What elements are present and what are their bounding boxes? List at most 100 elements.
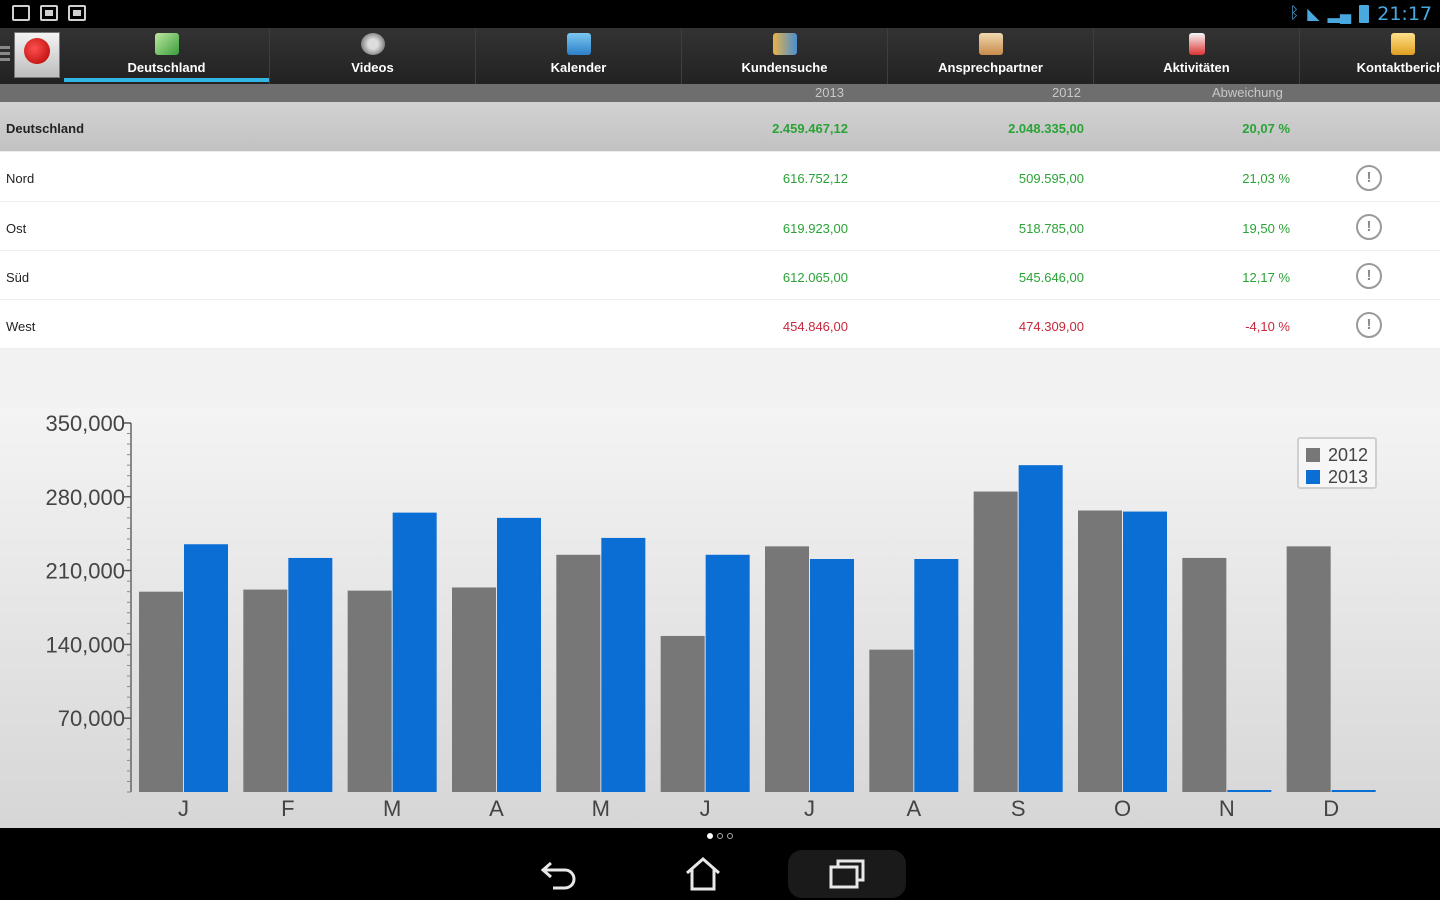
y-tick-label: 70,000 xyxy=(58,706,125,731)
bar-2013 xyxy=(810,559,854,792)
x-tick-label: J xyxy=(804,796,815,821)
table-row[interactable]: Nord 616.752,12 509.595,00 21,03 % ! xyxy=(0,152,1440,202)
table-row[interactable]: Süd 612.065,00 545.646,00 12,17 % ! xyxy=(0,251,1440,300)
value-diff: -4,10 % xyxy=(1245,319,1290,334)
chart-icon xyxy=(154,33,179,55)
tab-kalender[interactable]: Kalender xyxy=(476,28,682,84)
shopping-bag-icon xyxy=(68,5,86,21)
chart-legend: 2012 2013 xyxy=(1297,437,1377,489)
bar-2012 xyxy=(1182,557,1227,792)
video-reel-icon xyxy=(360,33,385,55)
back-button[interactable] xyxy=(500,850,618,898)
x-tick-label: D xyxy=(1323,796,1339,821)
chart-svg: 350,000 280,000 210,000 140,000 70,000 J F M A M J… xyxy=(45,411,1376,821)
signal-icon: ▂▄ xyxy=(1327,6,1352,23)
legend-label: 2013 xyxy=(1328,466,1369,487)
value-2013: 619.923,00 xyxy=(782,221,848,236)
tab-label: Ansprechpartner xyxy=(938,60,1043,75)
column-abweichung: Abweichung xyxy=(1212,85,1283,100)
value-2013: 612.065,00 xyxy=(782,270,848,285)
tab-aktivitaeten[interactable]: Aktivitäten xyxy=(1094,28,1300,84)
table-footer-space xyxy=(0,349,1440,407)
y-tick-label: 280,000 xyxy=(45,485,125,510)
tab-kundensuche[interactable]: Kundensuche xyxy=(682,28,888,84)
back-icon xyxy=(540,861,576,890)
row-name: West xyxy=(6,319,36,334)
bar-2013 xyxy=(1227,790,1272,792)
tab-bar: Deutschland Videos Kalender Kundensuche … xyxy=(0,28,1440,84)
info-icon[interactable]: ! xyxy=(1356,263,1382,289)
row-name: Deutschland xyxy=(6,121,85,136)
x-tick-label: M xyxy=(383,796,401,821)
bar-2013 xyxy=(1018,465,1063,792)
value-2012: 545.646,00 xyxy=(1018,270,1084,285)
clock: 21:17 xyxy=(1377,3,1432,25)
home-button[interactable] xyxy=(644,850,762,898)
x-tick-label: A xyxy=(489,796,504,821)
gallery-icon xyxy=(12,5,30,21)
bar-2012 xyxy=(765,546,809,792)
calendar-icon xyxy=(566,33,591,55)
system-nav-bar xyxy=(0,844,1440,900)
tab-label: Kalender xyxy=(550,60,607,75)
bar-2013 xyxy=(1331,790,1376,792)
legend-item-2012: 2012 xyxy=(1306,444,1375,466)
bar-2012 xyxy=(660,635,705,792)
tab-label: Kundensuche xyxy=(741,60,828,75)
page-dot[interactable] xyxy=(727,833,733,839)
value-2012: 474.309,00 xyxy=(1018,319,1084,334)
tab-kontaktbericht[interactable]: Kontaktbericht xyxy=(1300,28,1440,84)
legend-item-2013: 2013 xyxy=(1306,466,1375,488)
tab-label: Kontaktbericht xyxy=(1356,60,1440,75)
bar-2013 xyxy=(914,559,959,792)
tab-label: Deutschland xyxy=(127,60,206,75)
x-tick-label: S xyxy=(1011,796,1026,821)
menu-grip-icon[interactable] xyxy=(0,46,10,64)
table-row[interactable]: Ost 619.923,00 518.785,00 19,50 % ! xyxy=(0,202,1440,251)
tab-deutschland[interactable]: Deutschland xyxy=(64,28,270,84)
y-tick-label: 350,000 xyxy=(45,411,125,436)
tab-ansprechpartner[interactable]: Ansprechpartner xyxy=(888,28,1094,84)
report-icon xyxy=(1390,33,1415,55)
bar-2013 xyxy=(497,517,541,792)
recent-apps-button[interactable] xyxy=(788,850,906,898)
info-icon[interactable]: ! xyxy=(1356,214,1382,240)
row-name: Nord xyxy=(6,171,35,186)
recent-apps-icon xyxy=(829,859,865,889)
bar-2012 xyxy=(973,491,1018,792)
column-2012: 2012 xyxy=(1052,85,1081,100)
people-search-icon xyxy=(772,33,797,55)
tab-videos[interactable]: Videos xyxy=(270,28,476,84)
table-row-total[interactable]: Deutschland 2.459.467,12 2.048.335,00 20… xyxy=(0,102,1440,152)
value-2012: 518.785,00 xyxy=(1018,221,1084,236)
info-icon[interactable]: ! xyxy=(1356,165,1382,191)
status-bar: ᛒ ◣ ▂▄ 21:17 xyxy=(0,0,1440,28)
active-tab-indicator xyxy=(64,78,269,82)
bar-2013 xyxy=(1123,511,1167,792)
value-diff: 21,03 % xyxy=(1242,171,1290,186)
page-dot[interactable] xyxy=(717,833,723,839)
y-tick-label: 210,000 xyxy=(45,559,125,584)
app-logo[interactable] xyxy=(14,32,60,78)
page-indicator xyxy=(0,828,1440,844)
bar-2012 xyxy=(452,587,496,792)
row-name: Ost xyxy=(6,221,27,236)
value-2013: 454.846,00 xyxy=(782,319,848,334)
bar-2012 xyxy=(1286,546,1331,792)
value-2012: 509.595,00 xyxy=(1018,171,1084,186)
info-icon[interactable]: ! xyxy=(1356,312,1382,338)
bar-2012 xyxy=(347,590,392,792)
tab-label: Aktivitäten xyxy=(1163,60,1230,75)
x-tick-label: M xyxy=(592,796,610,821)
bar-2013 xyxy=(705,554,750,792)
tabs: Deutschland Videos Kalender Kundensuche … xyxy=(64,28,1440,84)
x-tick-label: O xyxy=(1114,796,1131,821)
bar-2012 xyxy=(139,591,183,792)
legend-swatch xyxy=(1306,470,1320,484)
table-row[interactable]: West 454.846,00 474.309,00 -4,10 % ! xyxy=(0,300,1440,349)
value-diff: 12,17 % xyxy=(1242,270,1290,285)
page-dot[interactable] xyxy=(707,833,713,839)
clipboard-icon xyxy=(1188,33,1205,55)
bluetooth-icon: ᛒ xyxy=(1289,5,1300,22)
bar-2012 xyxy=(556,554,601,792)
